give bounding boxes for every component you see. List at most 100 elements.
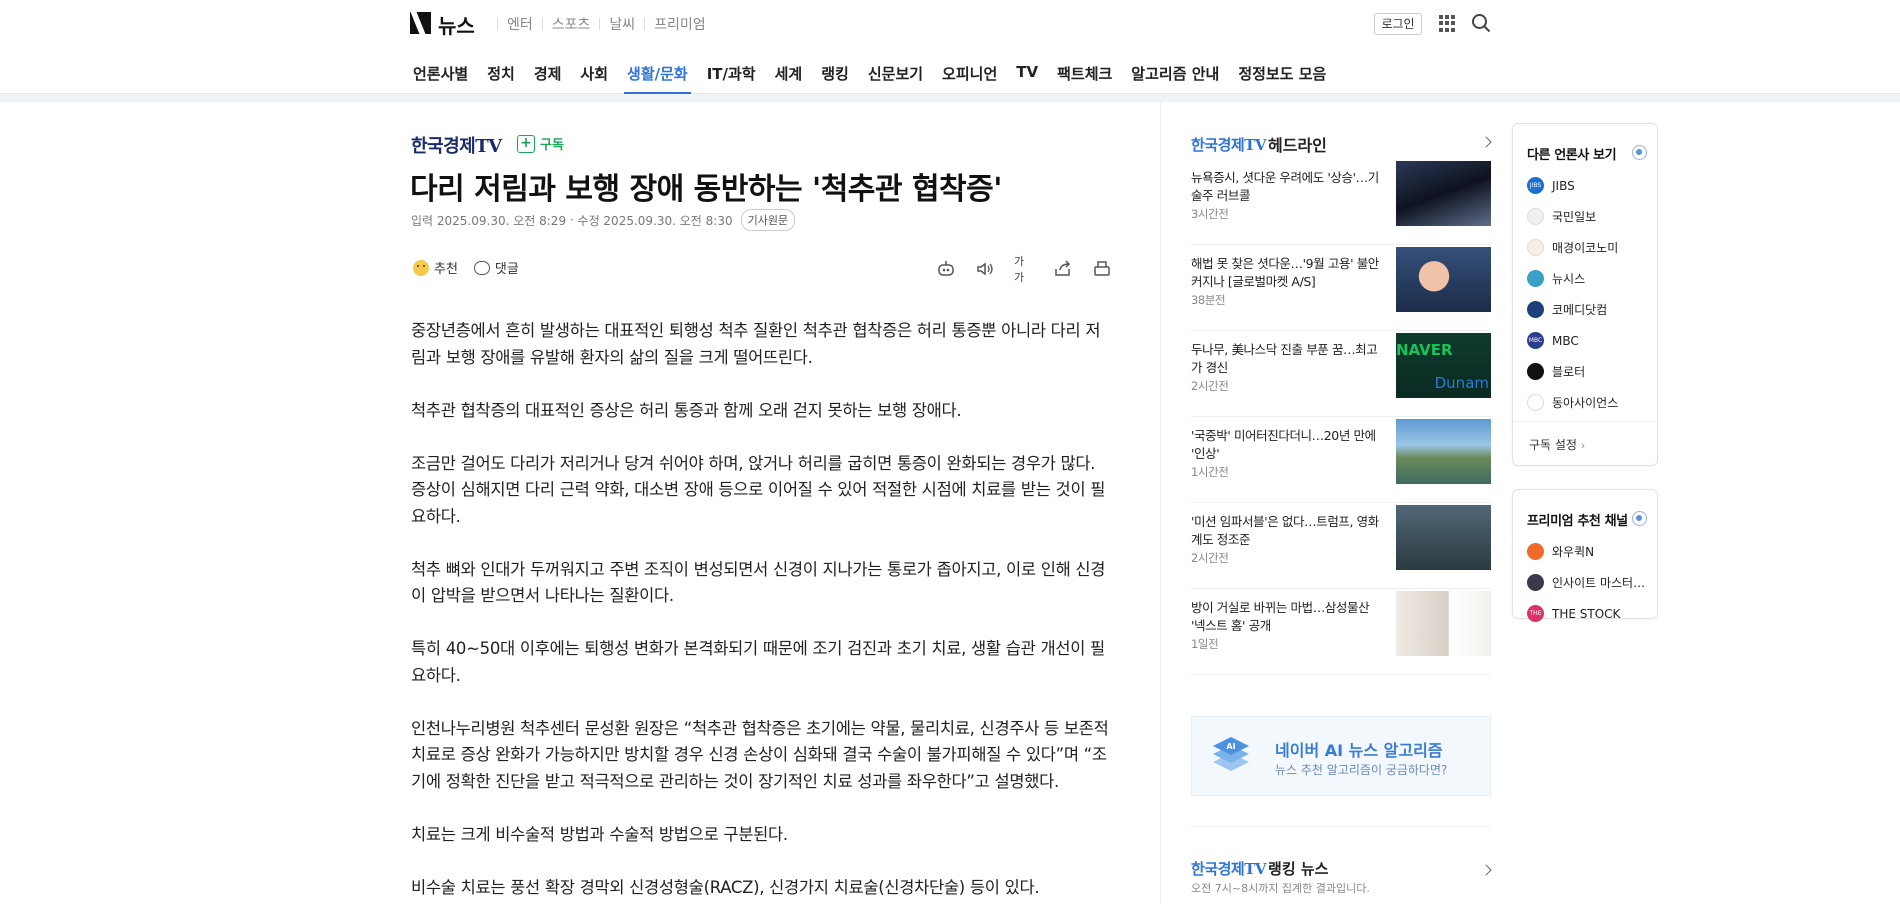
press-item[interactable]: 동아사이언스: [1527, 387, 1649, 418]
nav-tab[interactable]: 오피니언: [937, 48, 1002, 94]
press-item-name: 국민일보: [1552, 210, 1597, 224]
press-logo[interactable]: 한국경제TV: [411, 132, 502, 158]
press-item-name: 와우퀵N: [1552, 545, 1595, 559]
nav-tab[interactable]: 신문보기: [863, 48, 928, 94]
service-link-premium[interactable]: 프리미엄: [654, 14, 706, 34]
press-item[interactable]: MBC MBC: [1527, 325, 1649, 356]
recommend-button[interactable]: 추천: [413, 258, 458, 277]
press-item[interactable]: 코메디닷컴: [1527, 294, 1649, 325]
press-item[interactable]: 인사이트 마스터…: [1527, 567, 1649, 598]
press-logo-icon: [1527, 363, 1544, 380]
press-item-name: 블로터: [1552, 365, 1586, 379]
press-item[interactable]: 블로터: [1527, 356, 1649, 387]
press-item[interactable]: JIBS JIBS: [1527, 170, 1649, 201]
headline-text-block: '미션 임파서블'은 없다…트럼프, 영화계도 정조준 2시간전: [1191, 513, 1386, 567]
font-size-icon[interactable]: 가가: [1014, 255, 1034, 284]
headline-item-title: 두나무, 美나스닥 진출 부푼 꿈…최고가 경신: [1191, 342, 1378, 375]
headline-item-time: 3시간전: [1191, 207, 1229, 221]
press-logo-icon: JIBS: [1527, 177, 1544, 194]
subscribe-label: 구독: [540, 138, 564, 153]
press-item[interactable]: 국민일보: [1527, 201, 1649, 232]
ai-algorithm-banner[interactable]: AI 네이버 AI 뉴스 알고리즘 뉴스 추천 알고리즘이 궁금하다면?: [1191, 716, 1491, 796]
nav-tab[interactable]: 세계: [770, 48, 808, 94]
nav-tab[interactable]: 정치: [482, 48, 520, 94]
nav-tab[interactable]: TV: [1011, 48, 1043, 94]
headline-item[interactable]: '국중박' 미어터진다더니…20년 만에 '인상' 1시간전: [1191, 417, 1491, 503]
original-article-button[interactable]: 기사원문: [740, 209, 796, 231]
headline-item[interactable]: '미션 임파서블'은 없다…트럼프, 영화계도 정조준 2시간전: [1191, 503, 1491, 589]
press-item-name: 뉴시스: [1552, 272, 1586, 286]
comment-button[interactable]: 댓글: [473, 258, 519, 277]
headline-item[interactable]: 해법 못 찾은 셧다운…'9월 고용' 불안 커지나 [글로벌마켓 A/S] 38…: [1191, 245, 1491, 331]
service-link-sports[interactable]: 스포츠: [552, 14, 591, 34]
headline-item[interactable]: 두나무, 美나스닥 진출 부푼 꿈…최고가 경신 2시간전 NAVER Dunam: [1191, 331, 1491, 417]
premium-title: 프리미엄 추천 채널: [1527, 514, 1628, 529]
headline-item[interactable]: 방이 거실로 바뀌는 마법…삼성물산 '넥스트 홈' 공개 1일전: [1191, 589, 1491, 675]
search-icon[interactable]: [1471, 13, 1491, 33]
article-dateline: 입력 2025.09.30. 오전 8:29 · 수정 2025.09.30. …: [411, 209, 796, 231]
smile-emoji-icon: [413, 259, 429, 276]
nav-tab[interactable]: 사회: [575, 48, 613, 94]
speech-bubble-icon: [473, 260, 490, 275]
press-item-name: 인사이트 마스터…: [1552, 576, 1646, 590]
divider: [644, 18, 646, 30]
nav-tab[interactable]: 팩트체크: [1052, 48, 1117, 94]
nav-tab[interactable]: 알고리즘 안내: [1126, 48, 1224, 94]
service-link-weather[interactable]: 날씨: [609, 14, 635, 34]
chevron-right-icon[interactable]: [1480, 136, 1492, 148]
print-icon[interactable]: [1092, 259, 1112, 279]
article-paragraph: 치료는 크게 비수술적 방법과 수술적 방법으로 구분된다.: [411, 824, 788, 844]
news-brand[interactable]: 뉴스: [438, 10, 475, 39]
summary-robot-icon[interactable]: [936, 259, 956, 279]
ai-banner-subtitle: 뉴스 추천 알고리즘이 궁금하다면?: [1275, 763, 1448, 777]
column-divider: [1160, 102, 1161, 904]
headline-thumbnail[interactable]: [1396, 161, 1491, 226]
nav-tab[interactable]: 랭킹: [816, 48, 854, 94]
article-paragraph: 특히 40~50대 이후에는 퇴행성 변화가 본격화되기 때문에 조기 검진과 …: [411, 639, 1105, 685]
app-grid-icon[interactable]: [1439, 15, 1456, 32]
plus-icon: +: [517, 134, 535, 153]
category-nav: 언론사별 정치 경제 사회 생활/문화 IT/과학 세계 랭킹 신문보기 오피니언 TV 팩트체크 알고…: [0, 48, 1900, 95]
premium-list: 와우퀵N 인사이트 마스터… THE THE STOCK: [1527, 536, 1649, 629]
headline-thumbnail[interactable]: [1396, 247, 1491, 312]
headline-item-title: 해법 못 찾은 셧다운…'9월 고용' 불안 커지나 [글로벌마켓 A/S]: [1191, 256, 1379, 289]
press-logo-icon: THE: [1527, 605, 1544, 622]
other-press-card: 다른 언론사 보기 JIBS JIBS 국민일보 매경이코노미 뉴시스 코메디닷컴 MBC M…: [1512, 123, 1658, 466]
press-item[interactable]: 매경이코노미: [1527, 232, 1649, 263]
press-item-name: MBC: [1552, 333, 1579, 348]
press-item-name: 코메디닷컴: [1552, 303, 1608, 317]
share-icon[interactable]: [1053, 259, 1073, 279]
subscribe-button[interactable]: + 구독: [517, 134, 564, 153]
category-nav-list: 언론사별 정치 경제 사회 생활/문화 IT/과학 세계 랭킹 신문보기 오피니언 TV 팩트체크 알고…: [408, 48, 1340, 95]
headline-thumbnail[interactable]: [1396, 419, 1491, 484]
refresh-icon[interactable]: [1632, 145, 1647, 160]
ranking-section-title[interactable]: 한국경제TV 랭킹 뉴스: [1191, 858, 1328, 879]
nav-tab[interactable]: 정정보도 모음: [1233, 48, 1331, 94]
headline-press-name: 한국경제TV: [1191, 135, 1267, 154]
nav-tab[interactable]: 언론사별: [408, 48, 473, 94]
nav-tab[interactable]: 생활/문화: [622, 48, 693, 95]
ai-banner-title: 네이버 AI 뉴스 알고리즘: [1275, 741, 1443, 760]
chevron-right-icon[interactable]: [1480, 864, 1492, 876]
nav-tab[interactable]: 경제: [529, 48, 567, 94]
press-item[interactable]: 와우퀵N: [1527, 536, 1649, 567]
naver-logo-icon[interactable]: [410, 12, 431, 34]
headline-section-title[interactable]: 한국경제TV 헤드라인: [1191, 132, 1327, 156]
headline-thumbnail[interactable]: NAVER Dunam: [1396, 333, 1491, 398]
nav-tab[interactable]: IT/과학: [702, 48, 761, 94]
speaker-icon[interactable]: [975, 259, 995, 279]
headline-text-block: '국중박' 미어터진다더니…20년 만에 '인상' 1시간전: [1191, 427, 1386, 481]
subscription-settings-link[interactable]: 구독 설정 ›: [1513, 421, 1657, 465]
headline-thumbnail[interactable]: [1396, 591, 1491, 656]
press-item[interactable]: 뉴시스: [1527, 263, 1649, 294]
login-button[interactable]: 로그인: [1374, 13, 1422, 35]
headline-thumbnail[interactable]: [1396, 505, 1491, 570]
press-item[interactable]: THE THE STOCK: [1527, 598, 1649, 629]
divider: [497, 18, 498, 30]
headline-item[interactable]: 뉴욕증시, 셧다운 우려에도 '상승'…기술주 러브콜 3시간전: [1191, 159, 1491, 245]
headline-text-block: 방이 거실로 바뀌는 마법…삼성물산 '넥스트 홈' 공개 1일전: [1191, 599, 1386, 653]
refresh-icon[interactable]: [1632, 511, 1647, 526]
service-links: 엔터 스포츠 날씨 프리미엄: [488, 14, 706, 34]
service-link-entertainment[interactable]: 엔터: [507, 14, 533, 34]
press-logo-icon: [1527, 394, 1544, 411]
